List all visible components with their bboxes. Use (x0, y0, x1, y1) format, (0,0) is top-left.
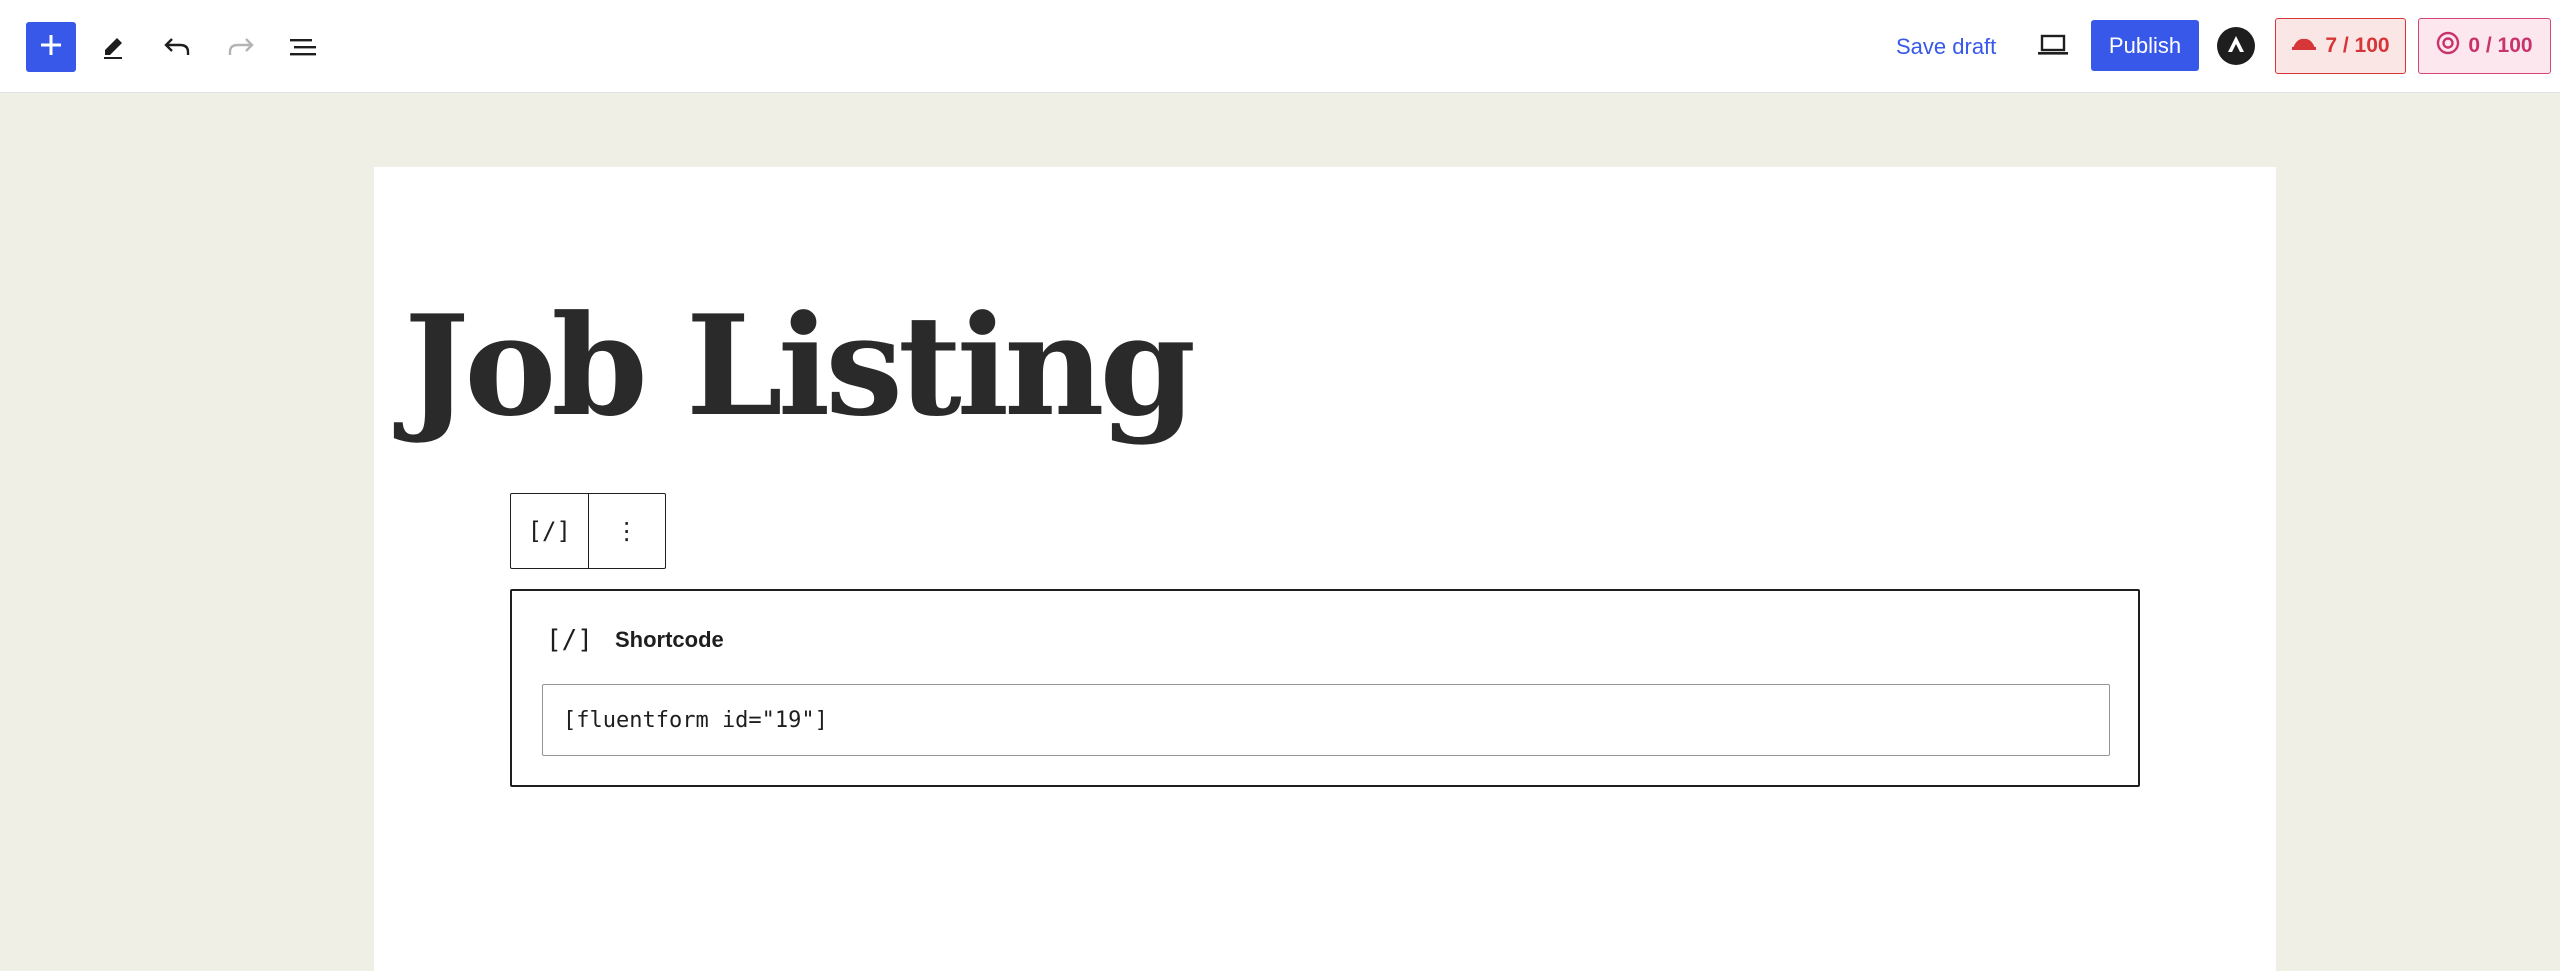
add-block-button[interactable] (26, 22, 76, 72)
undo-icon (162, 34, 192, 60)
list-view-icon (288, 34, 318, 60)
redo-button[interactable] (216, 22, 266, 72)
block-type-button[interactable]: [/] (511, 494, 588, 568)
shortcode-block[interactable]: [/] Shortcode (510, 589, 2140, 787)
block-toolbar: [/] ⋮ (510, 493, 666, 569)
seo-hat-icon (2291, 33, 2317, 59)
pencil-icon (100, 34, 126, 60)
editor-canvas: Job Listing [/] ⋮ [/] Shortcode (374, 167, 2276, 971)
block-options-button[interactable]: ⋮ (587, 494, 666, 568)
plus-icon (38, 32, 64, 63)
laptop-icon (2037, 33, 2069, 62)
publish-button[interactable]: Publish (2091, 20, 2199, 71)
shortcode-input[interactable] (542, 684, 2110, 756)
redo-icon (226, 34, 256, 60)
readability-icon (2436, 31, 2460, 61)
seo-score-value: 7 / 100 (2325, 34, 2390, 57)
save-draft-button[interactable]: Save draft (1880, 22, 2012, 72)
editor-header: Save draft Publish 7 / 100 0 / 100 (0, 0, 2560, 93)
astra-logo-icon (2225, 33, 2247, 60)
readability-score-button[interactable]: 0 / 100 (2418, 18, 2551, 74)
astra-settings-button[interactable] (2217, 27, 2255, 65)
preview-button[interactable] (2028, 22, 2078, 72)
shortcode-block-header: [/] Shortcode (546, 625, 724, 655)
tools-button[interactable] (88, 22, 138, 72)
shortcode-block-label: Shortcode (614, 627, 724, 652)
readability-score-value: 0 / 100 (2468, 34, 2533, 57)
seo-score-button[interactable]: 7 / 100 (2275, 18, 2406, 74)
document-overview-button[interactable] (278, 22, 328, 72)
undo-button[interactable] (152, 22, 202, 72)
post-title[interactable]: Job Listing (404, 297, 1196, 435)
shortcode-icon: [/] (546, 625, 593, 655)
